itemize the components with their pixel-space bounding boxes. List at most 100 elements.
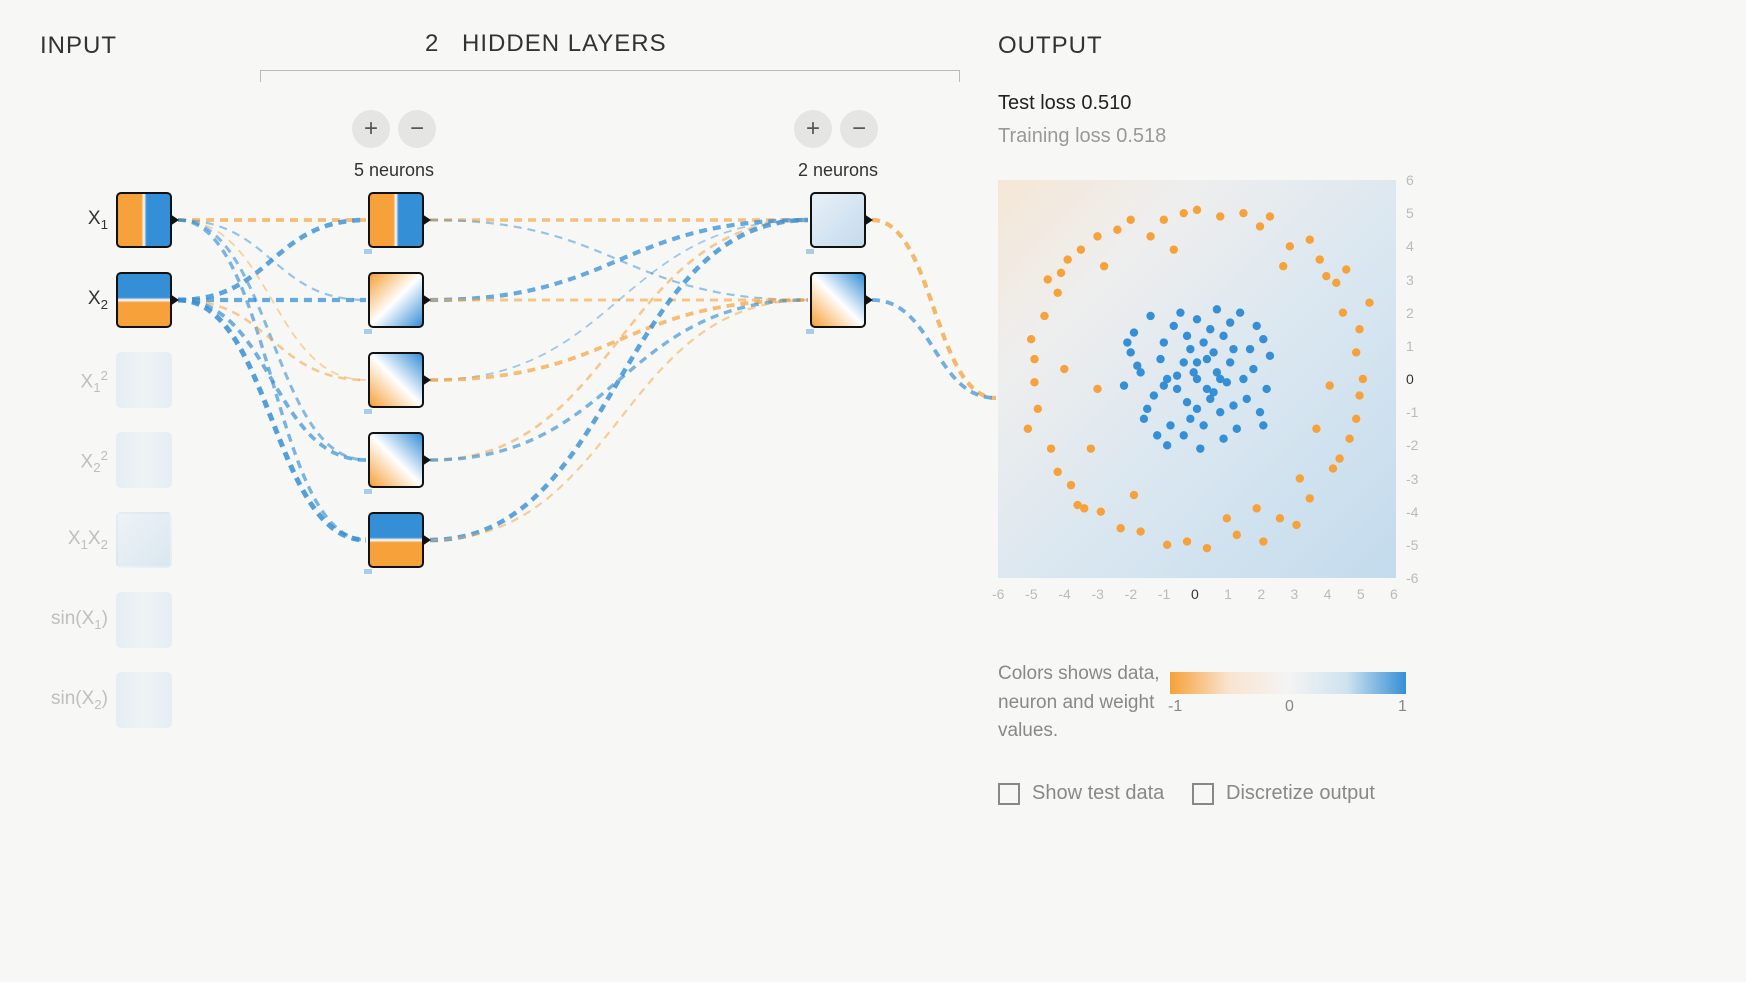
neuron-h0-2[interactable] bbox=[368, 352, 424, 408]
show-test-data-label: Show test data bbox=[1032, 782, 1164, 805]
neuron-input-x2[interactable] bbox=[116, 272, 172, 328]
data-point bbox=[1359, 375, 1367, 383]
weight-edge[interactable] bbox=[872, 220, 996, 398]
data-point bbox=[1186, 345, 1194, 353]
legend-min: -1 bbox=[1168, 698, 1182, 716]
data-point bbox=[1335, 454, 1343, 462]
node-output-arrow-icon bbox=[170, 294, 179, 306]
bias-handle[interactable] bbox=[364, 249, 372, 254]
y-axis-tick: -2 bbox=[1406, 437, 1418, 453]
data-point bbox=[1080, 504, 1088, 512]
data-point bbox=[1236, 308, 1244, 316]
weight-edge[interactable] bbox=[430, 220, 808, 300]
bias-handle[interactable] bbox=[364, 409, 372, 414]
data-point bbox=[1355, 391, 1363, 399]
neuron-h1-1[interactable] bbox=[810, 272, 866, 328]
output-scatter-plot[interactable] bbox=[998, 180, 1396, 578]
data-point bbox=[1256, 408, 1264, 416]
data-point bbox=[1156, 355, 1164, 363]
remove-neuron-layer1-button[interactable]: − bbox=[398, 110, 436, 148]
data-point bbox=[1140, 415, 1148, 423]
bias-handle[interactable] bbox=[364, 329, 372, 334]
neuron-h0-0[interactable] bbox=[368, 192, 424, 248]
weight-edge[interactable] bbox=[178, 220, 366, 460]
weight-edge[interactable] bbox=[430, 220, 808, 460]
data-point bbox=[1030, 355, 1038, 363]
data-point bbox=[1170, 322, 1178, 330]
weight-edge[interactable] bbox=[430, 220, 808, 300]
weight-edge[interactable] bbox=[430, 220, 808, 380]
bias-handle[interactable] bbox=[364, 569, 372, 574]
data-point bbox=[1193, 315, 1201, 323]
neuron-h0-3[interactable] bbox=[368, 432, 424, 488]
weight-edge[interactable] bbox=[178, 220, 366, 300]
weight-edge[interactable] bbox=[430, 300, 808, 460]
bias-handle[interactable] bbox=[806, 249, 814, 254]
data-point bbox=[1047, 444, 1055, 452]
data-point bbox=[1173, 385, 1181, 393]
node-output-arrow-icon bbox=[864, 214, 873, 226]
data-point bbox=[1146, 312, 1154, 320]
feature-label-sinx2: sin(X2) bbox=[48, 688, 108, 712]
data-point bbox=[1193, 358, 1201, 366]
x-axis-tick: -1 bbox=[1158, 586, 1170, 602]
data-point bbox=[1325, 381, 1333, 389]
output-section-title: OUTPUT bbox=[998, 32, 1103, 60]
data-point bbox=[1087, 444, 1095, 452]
data-point bbox=[1213, 305, 1221, 313]
x-axis-tick: 2 bbox=[1257, 586, 1265, 602]
data-point bbox=[1345, 435, 1353, 443]
data-point bbox=[1196, 444, 1204, 452]
discretize-output-checkbox[interactable]: Discretize output bbox=[1192, 782, 1375, 805]
neuron-h1-0[interactable] bbox=[810, 192, 866, 248]
data-point bbox=[1266, 212, 1274, 220]
neuron-input-x2sq bbox=[116, 432, 172, 488]
y-axis-tick: 6 bbox=[1406, 172, 1414, 188]
weight-edge[interactable] bbox=[430, 300, 808, 540]
y-axis-tick: -6 bbox=[1406, 570, 1418, 586]
add-neuron-layer2-button[interactable]: + bbox=[794, 110, 832, 148]
node-output-arrow-icon bbox=[422, 454, 431, 466]
hidden-layer-count: 2 bbox=[425, 30, 439, 58]
data-point bbox=[1160, 216, 1168, 224]
weight-edge[interactable] bbox=[430, 300, 808, 380]
data-point bbox=[1126, 216, 1134, 224]
data-point bbox=[1186, 415, 1194, 423]
data-point bbox=[1180, 358, 1188, 366]
neuron-h0-1[interactable] bbox=[368, 272, 424, 328]
data-point bbox=[1216, 408, 1224, 416]
data-point bbox=[1123, 338, 1131, 346]
data-point bbox=[1183, 398, 1191, 406]
test-loss-text: Test loss 0.510 bbox=[998, 92, 1131, 115]
data-point bbox=[1120, 381, 1128, 389]
show-test-data-checkbox[interactable]: Show test data bbox=[998, 782, 1164, 805]
data-point bbox=[1163, 541, 1171, 549]
weight-edge[interactable] bbox=[178, 220, 366, 380]
node-output-arrow-icon bbox=[422, 374, 431, 386]
x-axis-tick: 1 bbox=[1224, 586, 1232, 602]
bias-handle[interactable] bbox=[364, 489, 372, 494]
weight-edge[interactable] bbox=[178, 300, 366, 380]
hidden-layers-label: HIDDEN LAYERS bbox=[462, 30, 667, 57]
weight-edge[interactable] bbox=[178, 220, 366, 300]
data-point bbox=[1034, 405, 1042, 413]
bias-handle[interactable] bbox=[806, 329, 814, 334]
weight-edge[interactable] bbox=[178, 220, 366, 540]
remove-neuron-layer2-button[interactable]: − bbox=[840, 110, 878, 148]
neuron-input-x1[interactable] bbox=[116, 192, 172, 248]
data-point bbox=[1160, 381, 1168, 389]
y-axis-tick: 0 bbox=[1406, 371, 1414, 387]
data-point bbox=[1054, 468, 1062, 476]
weight-edge[interactable] bbox=[872, 300, 996, 398]
data-point bbox=[1060, 365, 1068, 373]
data-point bbox=[1246, 345, 1254, 353]
neuron-h0-4[interactable] bbox=[368, 512, 424, 568]
x-axis-tick: -4 bbox=[1058, 586, 1070, 602]
weight-edge[interactable] bbox=[178, 300, 366, 460]
add-neuron-layer1-button[interactable]: + bbox=[352, 110, 390, 148]
x-axis-tick: 6 bbox=[1390, 586, 1398, 602]
data-point bbox=[1163, 441, 1171, 449]
data-point bbox=[1279, 262, 1287, 270]
weight-edge[interactable] bbox=[178, 300, 366, 540]
weight-edge[interactable] bbox=[430, 220, 808, 540]
